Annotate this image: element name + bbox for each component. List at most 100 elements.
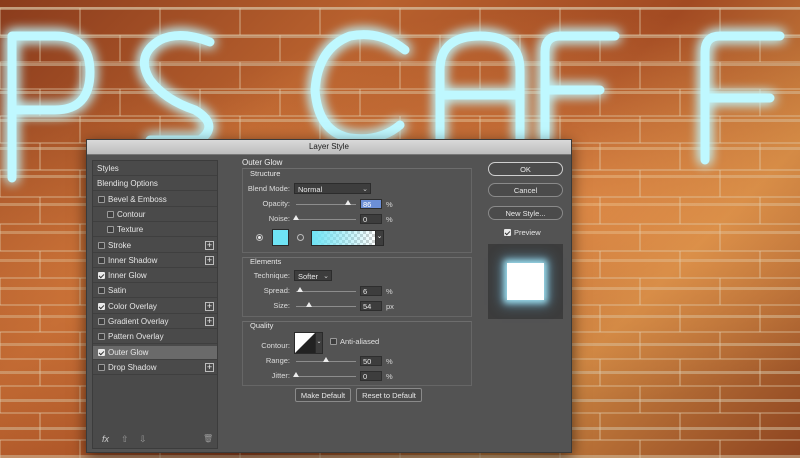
- neon-letter-s: [139, 31, 215, 145]
- style-item-label: Blending Options: [97, 179, 158, 189]
- style-checkbox[interactable]: [98, 302, 105, 310]
- style-item-satin[interactable]: Satin: [93, 284, 217, 299]
- spread-input[interactable]: 6: [360, 286, 382, 296]
- style-item-blending-options[interactable]: Blending Options: [93, 177, 217, 192]
- blend-mode-select[interactable]: Normal ⌄: [294, 183, 371, 194]
- style-item-outer-glow[interactable]: Outer Glow: [93, 345, 217, 360]
- technique-select[interactable]: Softer ⌄: [294, 270, 332, 281]
- style-checkbox[interactable]: [98, 241, 105, 249]
- style-item-label: Inner Glow: [108, 271, 147, 281]
- section-title: Outer Glow: [242, 158, 283, 167]
- elements-group: Elements Technique: Softer ⌄ Spread: 6 %…: [242, 257, 472, 317]
- style-checkbox[interactable]: [107, 210, 114, 218]
- jitter-unit: %: [386, 372, 393, 381]
- style-checkbox[interactable]: [107, 226, 114, 234]
- range-input[interactable]: 50: [360, 356, 382, 366]
- style-item-label: Stroke: [108, 240, 132, 250]
- range-slider[interactable]: [296, 357, 356, 362]
- style-item-label: Outer Glow: [108, 347, 149, 357]
- contour-linear-icon: [295, 333, 315, 353]
- contour-dropdown-icon[interactable]: ⌄: [315, 332, 323, 354]
- size-slider-thumb[interactable]: [305, 302, 312, 307]
- noise-slider-thumb[interactable]: [293, 215, 299, 220]
- technique-label: Technique:: [253, 271, 290, 280]
- add-style-icon[interactable]: +: [205, 317, 214, 326]
- reset-to-default-button[interactable]: Reset to Default: [356, 388, 422, 402]
- style-item-contour[interactable]: Contour: [93, 208, 217, 222]
- add-style-icon[interactable]: +: [205, 301, 214, 311]
- style-checkbox[interactable]: [98, 318, 105, 325]
- cancel-button[interactable]: Cancel: [488, 183, 563, 197]
- blend-mode-label: Blend Mode:: [247, 184, 290, 193]
- spread-unit: %: [386, 287, 393, 296]
- style-checkbox[interactable]: [98, 348, 105, 356]
- add-style-icon[interactable]: +: [205, 240, 214, 250]
- style-checkbox[interactable]: [98, 256, 105, 264]
- style-checkbox[interactable]: [98, 287, 105, 295]
- style-item-bevel-emboss[interactable]: Bevel & Emboss: [93, 193, 217, 207]
- glow-color-swatch[interactable]: [272, 229, 289, 246]
- style-item-pattern-overlay[interactable]: Pattern Overlay: [93, 330, 217, 345]
- preview-thumbnail: [507, 263, 544, 300]
- size-input[interactable]: 54: [360, 301, 382, 311]
- style-item-texture[interactable]: Texture: [93, 223, 217, 238]
- preview-checkbox[interactable]: [504, 229, 511, 236]
- style-item-inner-shadow[interactable]: Inner Shadow +: [93, 254, 217, 268]
- contour-label: Contour:: [261, 341, 290, 350]
- opacity-input[interactable]: 86: [360, 199, 382, 209]
- style-item-label: Drop Shadow: [108, 362, 157, 372]
- gradient-dropdown-icon[interactable]: ⌄: [375, 230, 384, 246]
- fx-icon[interactable]: fx: [102, 434, 109, 444]
- style-item-stroke[interactable]: Stroke +: [93, 239, 217, 253]
- style-item-color-overlay[interactable]: Color Overlay +: [93, 300, 217, 314]
- structure-label: Structure: [250, 169, 281, 178]
- move-up-icon[interactable]: ⇧: [121, 434, 129, 445]
- opacity-slider[interactable]: [296, 200, 356, 205]
- jitter-input[interactable]: 0: [360, 371, 382, 381]
- ok-button[interactable]: OK: [488, 162, 563, 176]
- chevron-down-icon: ⌄: [362, 186, 368, 193]
- dialog-title: Layer Style: [87, 140, 571, 155]
- outer-glow-settings: Outer Glow Structure Blend Mode: Normal …: [242, 158, 474, 418]
- gradient-swatch[interactable]: [311, 230, 377, 246]
- style-item-inner-glow[interactable]: Inner Glow: [93, 269, 217, 284]
- new-style-button[interactable]: New Style...: [488, 206, 563, 220]
- style-item-label: Bevel & Emboss: [108, 194, 167, 204]
- style-checkbox[interactable]: [98, 195, 105, 203]
- neon-letter-a: [435, 31, 525, 145]
- style-checkbox[interactable]: [98, 363, 105, 371]
- neon-letter-p: [7, 31, 95, 183]
- anti-aliased-checkbox[interactable]: [330, 338, 337, 345]
- jitter-slider[interactable]: [293, 372, 356, 377]
- size-label: Size:: [273, 301, 290, 310]
- neon-letter-e: [700, 31, 785, 165]
- size-unit: px: [386, 302, 394, 311]
- add-style-icon[interactable]: +: [205, 362, 214, 372]
- style-item-styles[interactable]: Styles: [93, 162, 217, 176]
- spread-slider[interactable]: [296, 287, 356, 292]
- noise-slider[interactable]: [293, 215, 356, 220]
- trash-icon[interactable]: 🗑: [203, 434, 213, 443]
- noise-input[interactable]: 0: [360, 214, 382, 224]
- move-down-icon[interactable]: ⇩: [139, 434, 147, 445]
- layer-style-dialog: Layer Style Styles Blending Options Bevel …: [86, 139, 572, 453]
- range-slider-thumb[interactable]: [323, 357, 329, 362]
- styles-list: Styles Blending Options Bevel & Emboss Cont…: [92, 160, 218, 449]
- opacity-slider-thumb[interactable]: [344, 200, 351, 205]
- solid-color-radio[interactable]: [256, 234, 263, 241]
- style-preview: [488, 244, 563, 319]
- spread-label: Spread:: [263, 286, 290, 295]
- style-checkbox[interactable]: [98, 272, 105, 280]
- add-style-icon[interactable]: +: [205, 255, 214, 265]
- style-item-label: Contour: [117, 209, 146, 219]
- style-item-gradient-overlay[interactable]: Gradient Overlay +: [93, 315, 217, 329]
- make-default-button[interactable]: Make Default: [295, 388, 351, 402]
- style-checkbox[interactable]: [98, 333, 105, 341]
- elements-label: Elements: [250, 257, 282, 266]
- spread-slider-thumb[interactable]: [296, 287, 303, 292]
- jitter-slider-thumb[interactable]: [293, 372, 299, 377]
- size-slider[interactable]: [296, 302, 356, 307]
- style-item-drop-shadow[interactable]: Drop Shadow +: [93, 361, 217, 375]
- gradient-radio[interactable]: [297, 234, 304, 241]
- contour-picker[interactable]: [294, 332, 316, 354]
